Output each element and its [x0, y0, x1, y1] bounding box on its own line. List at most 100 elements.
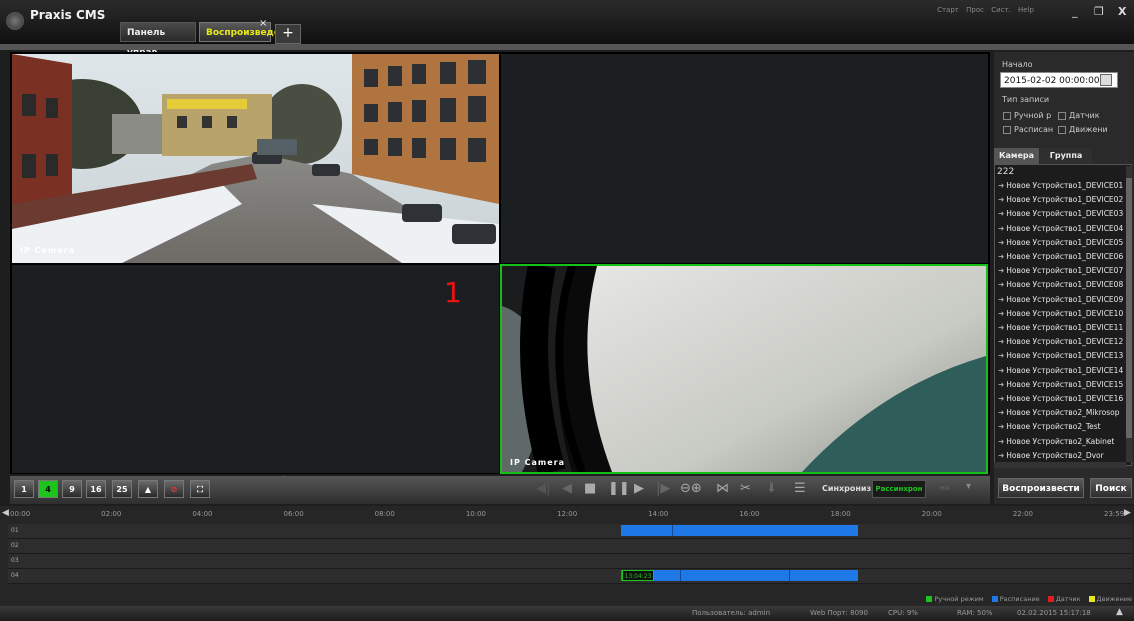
dropdown-chevron-icon[interactable]: ▾ — [966, 481, 971, 492]
checkbox-sensor[interactable]: Датчик — [1058, 111, 1100, 120]
rewind-icon[interactable]: ◀ — [562, 482, 572, 496]
device-label: Новое Устройство1_DEVICE11 — [1006, 323, 1124, 332]
scissors-icon[interactable]: ✂ — [740, 482, 751, 496]
play-button[interactable]: Воспроизвести — [998, 478, 1084, 498]
camera-icon: ➜ — [998, 266, 1005, 276]
video-cell-1[interactable]: IP Camera — [12, 54, 499, 263]
checkbox-schedule[interactable]: Расписан — [1003, 125, 1053, 134]
video-cell-2[interactable] — [501, 54, 988, 263]
tree-root[interactable]: 222 — [997, 167, 1014, 177]
app-title: Praxis CMS — [30, 8, 106, 22]
video-cell-4-selected[interactable]: IP Camera — [500, 264, 988, 474]
menu-start[interactable]: Старт — [937, 6, 959, 14]
device-item[interactable]: ➜ Новое Устройство1_DEVICE04 — [998, 224, 1123, 233]
camera-4-label: IP Camera — [510, 458, 565, 467]
legend-label: Движение — [1096, 595, 1132, 603]
device-label: Новое Устройство1_DEVICE08 — [1006, 280, 1124, 290]
layout-16-button[interactable]: 16 — [86, 480, 106, 498]
video-cell-3[interactable] — [12, 265, 499, 473]
device-label: Новое Устройство1_DEVICE14 — [1006, 365, 1124, 375]
pause-icon[interactable]: ❚❚ — [608, 482, 630, 496]
checkbox-manual-label: Ручной р — [1014, 111, 1052, 120]
device-item[interactable]: ➜ Новое Устройство1_DEVICE03 — [998, 209, 1123, 218]
camera-icon: ➜ — [998, 337, 1005, 347]
step-forward-icon[interactable]: |▶ — [656, 482, 670, 496]
tab-close-icon[interactable]: × — [259, 18, 267, 29]
device-item[interactable]: ➜ Новое Устройство1_DEVICE06 — [998, 252, 1123, 261]
fast-forward-icon[interactable]: ▶ — [634, 482, 644, 496]
recording-segment[interactable] — [621, 570, 858, 581]
device-item[interactable]: ➜ Новое Устройство2_Test — [998, 422, 1101, 431]
segment-divider — [680, 570, 681, 581]
close-button[interactable]: X — [1118, 5, 1126, 18]
menu-system[interactable]: Сист. — [991, 6, 1011, 14]
step-back-icon[interactable]: ◀| — [536, 482, 550, 496]
device-item[interactable]: ➜ Новое Устройство1_DEVICE05 — [998, 238, 1123, 247]
timeline-row-2[interactable] — [8, 539, 1132, 554]
tab-group[interactable]: Группа — [1040, 148, 1092, 164]
layout-custom-icon[interactable]: ▲ — [138, 480, 158, 498]
device-item[interactable]: ➜ Новое Устройство1_DEVICE01 — [998, 181, 1123, 190]
camera-icon: ➜ — [998, 181, 1005, 190]
start-label: Начало — [1002, 60, 1033, 69]
timeline-left-arrow-icon[interactable]: ◀ — [2, 508, 9, 518]
clip-start-icon[interactable]: ⋈ — [716, 482, 729, 496]
device-item[interactable]: ➜ Новое Устройство1_DEVICE09 — [998, 295, 1123, 304]
add-tab-button[interactable]: + — [275, 24, 301, 44]
layout-25-button[interactable]: 25 — [112, 480, 132, 498]
stop-icon[interactable]: ■ — [584, 482, 596, 496]
tab-camera[interactable]: Камера — [994, 148, 1039, 164]
recording-segment[interactable] — [621, 525, 858, 536]
timeline-tick: 06:00 — [283, 510, 304, 518]
speed-slider-icon[interactable]: ⊖⊕ — [680, 482, 702, 496]
status-expand-icon[interactable]: ▲ — [1116, 607, 1123, 617]
menu-process[interactable]: Проc — [966, 6, 984, 14]
segment-divider — [672, 525, 673, 536]
timeline-right-arrow-icon[interactable]: ▶ — [1124, 508, 1131, 518]
maximize-button[interactable]: ❐ — [1094, 5, 1104, 18]
device-item[interactable]: ➜ Новое Устройство2_Dvor — [998, 451, 1104, 460]
close-all-icon[interactable]: ⊘ — [164, 480, 184, 498]
fullscreen-icon[interactable]: ⛶ — [190, 480, 210, 498]
minimize-button[interactable]: _ — [1072, 5, 1078, 18]
checkbox-manual[interactable]: Ручной р — [1003, 111, 1051, 120]
timeline-row-3[interactable] — [8, 554, 1132, 569]
download-icon[interactable]: ⬇ — [766, 482, 777, 496]
calendar-icon[interactable] — [1100, 74, 1112, 86]
device-hscrollbar[interactable] — [994, 462, 1126, 468]
device-label: Новое Устройство1_DEVICE02 — [1006, 195, 1124, 205]
layout-9-button[interactable]: 9 — [62, 480, 82, 498]
timeline-tick: 08:00 — [374, 510, 395, 518]
tab-control-panel[interactable]: Панель управ — [120, 22, 196, 58]
timeline-row-4[interactable] — [8, 569, 1132, 584]
timeline-tick: 20:00 — [921, 510, 942, 518]
device-item[interactable]: ➜ Новое Устройство1_DEVICE12 — [998, 337, 1123, 346]
device-item[interactable]: ➜ Новое Устройство1_DEVICE16 — [998, 394, 1123, 403]
device-item[interactable]: ➜ Новое Устройство1_DEVICE13 — [998, 351, 1123, 360]
search-button[interactable]: Поиск — [1090, 478, 1132, 498]
device-item[interactable]: ➜ Новое Устройство2_Kabinet — [998, 437, 1114, 446]
device-item[interactable]: ➜ Новое Устройство1_DEVICE14 — [998, 366, 1123, 375]
menu-help[interactable]: Help — [1018, 6, 1034, 14]
legend-label: Расписание — [999, 595, 1040, 603]
device-label: Новое Устройство2_Test — [1006, 422, 1101, 432]
camera-icon: ➜ — [998, 394, 1005, 403]
device-scroll-thumb[interactable] — [1126, 178, 1132, 438]
device-label: Новое Устройство1_DEVICE15 — [1006, 379, 1124, 389]
device-item[interactable]: ➜ Новое Устройство1_DEVICE02 — [998, 195, 1123, 204]
checkbox-motion[interactable]: Движени — [1058, 125, 1108, 134]
device-item[interactable]: ➜ Новое Устройство2_Mikrosop — [998, 408, 1120, 417]
device-item[interactable]: ➜ Новое Устройство1_DEVICE07 — [998, 266, 1123, 275]
timeline-row-1[interactable] — [8, 524, 1132, 539]
legend-swatch — [991, 596, 998, 602]
layout-1-button[interactable]: 1 — [14, 480, 34, 498]
annotation-1: 1 — [444, 276, 462, 309]
sync-mode-toggle[interactable]: Рассинхрон — [872, 480, 926, 498]
list-icon[interactable]: ☰ — [794, 482, 806, 496]
device-item[interactable]: ➜ Новое Устройство1_DEVICE15 — [998, 380, 1123, 389]
current-time-marker[interactable]: 13:04:23 — [622, 570, 654, 581]
device-item[interactable]: ➜ Новое Устройство1_DEVICE10 — [998, 309, 1123, 318]
layout-4-button[interactable]: 4 — [38, 480, 58, 498]
device-item[interactable]: ➜ Новое Устройство1_DEVICE08 — [998, 280, 1123, 289]
device-item[interactable]: ➜ Новое Устройство1_DEVICE11 — [998, 323, 1123, 332]
